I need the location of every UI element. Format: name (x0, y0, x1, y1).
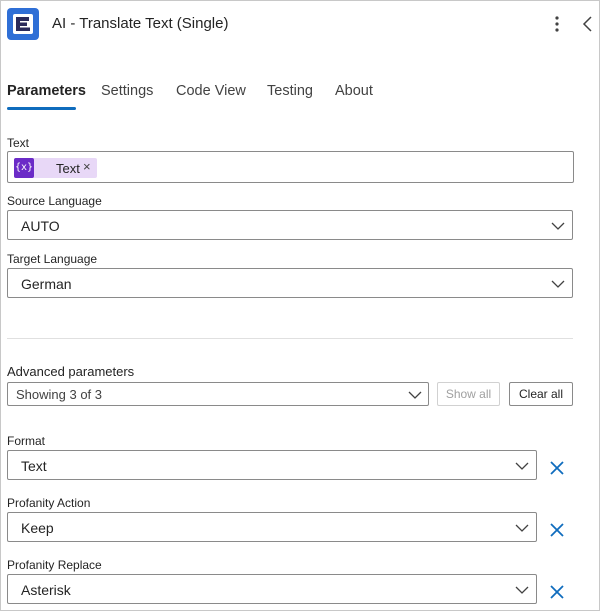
remove-format-icon[interactable] (550, 461, 564, 475)
chevron-down-icon (551, 280, 565, 288)
source-language-value: AUTO (21, 218, 60, 234)
chevron-down-icon (551, 222, 565, 230)
token-remove-icon[interactable]: × (83, 159, 91, 174)
tab-settings[interactable]: Settings (101, 83, 153, 99)
remove-profanity-action-icon[interactable] (550, 523, 564, 537)
dynamic-content-token[interactable]: {x} Text × (14, 158, 97, 178)
chevron-down-icon (515, 524, 529, 532)
advanced-parameters-dropdown[interactable]: Showing 3 of 3 (7, 382, 429, 406)
tab-parameters[interactable]: Parameters (7, 83, 86, 99)
active-tab-indicator (7, 107, 76, 110)
show-all-button[interactable]: Show all (437, 382, 500, 406)
profanity-action-value: Keep (21, 520, 54, 536)
section-divider (7, 338, 573, 339)
clear-all-button[interactable]: Clear all (509, 382, 573, 406)
chevron-down-icon (515, 462, 529, 470)
chevron-down-icon (515, 586, 529, 594)
target-language-value: German (21, 276, 72, 292)
target-language-label: Target Language (7, 252, 98, 266)
text-field-label: Text (7, 136, 30, 150)
format-dropdown[interactable]: Text (7, 450, 537, 480)
tab-about[interactable]: About (335, 83, 373, 99)
chevron-down-icon (408, 391, 422, 399)
profanity-replace-value: Asterisk (21, 582, 71, 598)
profanity-action-dropdown[interactable]: Keep (7, 512, 537, 542)
format-value: Text (21, 458, 47, 474)
target-language-dropdown[interactable]: German (7, 268, 573, 298)
source-language-dropdown[interactable]: AUTO (7, 210, 573, 240)
tab-testing[interactable]: Testing (267, 83, 313, 99)
token-label: Text (56, 161, 80, 176)
panel-header: AI - Translate Text (Single) (0, 0, 600, 50)
text-input[interactable]: {x} Text × (7, 151, 574, 183)
advanced-parameters-label: Advanced parameters (7, 364, 135, 379)
encodian-logo-icon (7, 8, 39, 40)
tab-bar: Parameters Settings Code View Testing Ab… (0, 80, 600, 116)
tab-code-view[interactable]: Code View (176, 83, 246, 99)
panel-title: AI - Translate Text (Single) (52, 15, 229, 32)
more-vertical-icon[interactable] (548, 14, 566, 34)
profanity-replace-dropdown[interactable]: Asterisk (7, 574, 537, 604)
advanced-parameters-value: Showing 3 of 3 (16, 387, 103, 402)
profanity-replace-label: Profanity Replace (7, 558, 102, 572)
variable-icon: {x} (14, 158, 34, 178)
source-language-label: Source Language (7, 194, 102, 208)
remove-profanity-replace-icon[interactable] (550, 585, 564, 599)
format-label: Format (7, 434, 46, 448)
profanity-action-label: Profanity Action (7, 496, 91, 510)
chevron-left-icon[interactable] (580, 14, 596, 34)
